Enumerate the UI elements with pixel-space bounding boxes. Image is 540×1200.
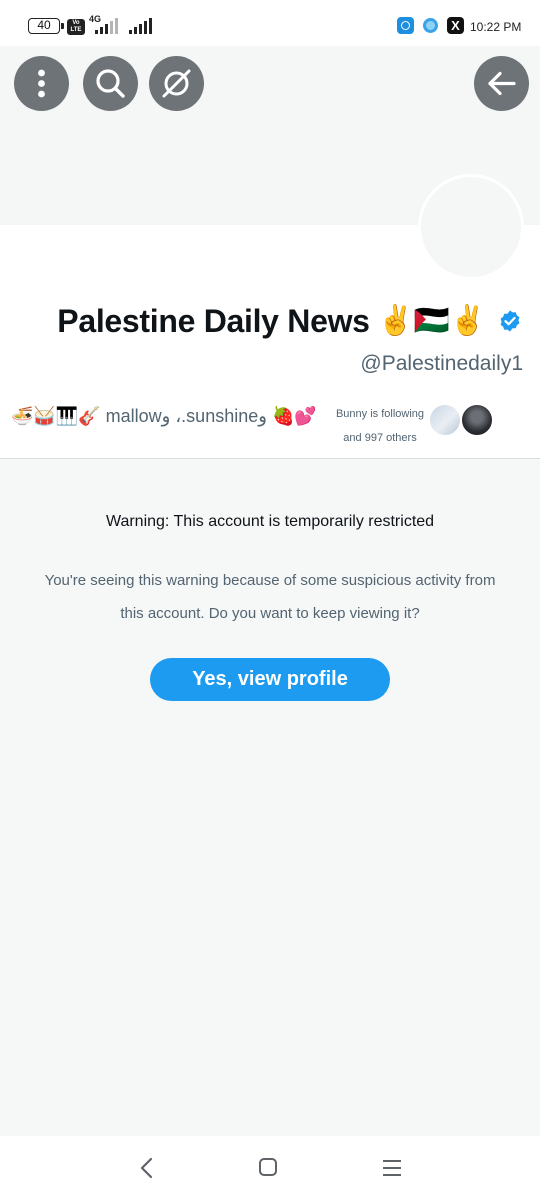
battery-indicator: 40 [28, 18, 60, 34]
nav-back-icon[interactable] [136, 1155, 156, 1181]
name-emoji: ✌️🇵🇸✌️ [377, 305, 486, 337]
more-icon [38, 69, 45, 98]
signal-icon [95, 18, 118, 34]
globe-icon [422, 17, 439, 34]
hide-icon [162, 69, 191, 98]
name-row: Palestine Daily News ✌️🇵🇸✌️ [57, 299, 522, 343]
followers-line-1: Bunny is following [335, 408, 425, 420]
search-button[interactable] [83, 56, 138, 111]
nav-recents-icon[interactable] [380, 1155, 404, 1181]
battery-nub [61, 23, 64, 29]
status-bar: 40 Vo LTE 4G X 10:22 PM [0, 0, 540, 46]
warning-title: Warning: This account is temporarily res… [105, 513, 435, 530]
divider [0, 458, 540, 459]
signal-icon-2 [129, 18, 152, 34]
followers-summary[interactable]: Bunny is following and 997 others [332, 402, 428, 450]
follower-avatar [428, 403, 462, 437]
view-profile-button[interactable]: Yes, view profile [150, 658, 390, 701]
follower-names: 🍜🥁🎹🎸 mallowو ،.sunshineو 🍓💕 [11, 405, 317, 426]
followers-line-2: and 997 others [343, 432, 417, 444]
avatar[interactable] [418, 174, 524, 280]
back-button[interactable] [474, 56, 529, 111]
profile-handle: @Palestinedaily1 [360, 352, 523, 375]
followers-you-know[interactable]: 🍜🥁🎹🎸 mallowو ،.sunshineو 🍓💕 [11, 396, 317, 436]
follower-avatar [460, 403, 494, 437]
verified-badge-icon [500, 310, 520, 332]
warning-body: You're seeing this warning because of so… [44, 572, 496, 622]
back-arrow-icon [488, 71, 516, 96]
hide-button[interactable] [149, 56, 204, 111]
x-icon: X [447, 17, 464, 34]
system-navigation-bar [0, 1136, 540, 1200]
more-button[interactable] [14, 56, 69, 111]
circle-app-icon [397, 17, 414, 34]
nav-home-icon[interactable] [257, 1155, 279, 1181]
display-name: Palestine Daily News [57, 302, 370, 339]
search-icon [96, 69, 125, 98]
clock: 10:22 PM [470, 20, 522, 34]
volte-icon: Vo LTE [67, 19, 85, 35]
